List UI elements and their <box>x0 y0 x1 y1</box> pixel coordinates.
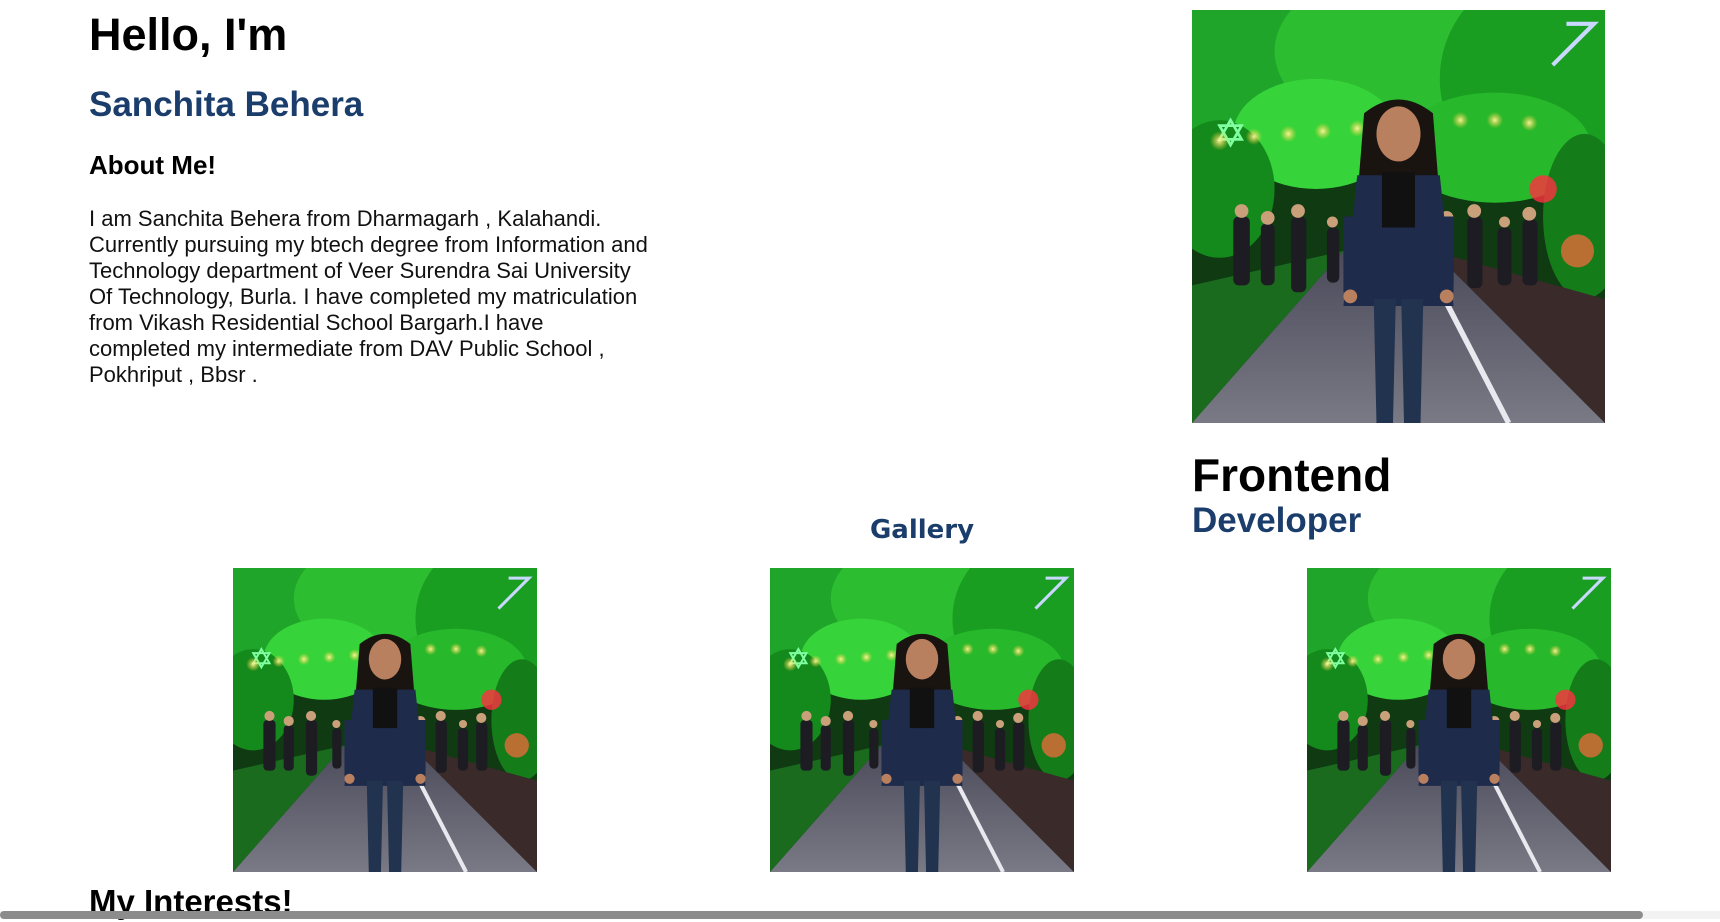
scrollbar-thumb[interactable] <box>0 911 1643 919</box>
name-heading: Sanchita Behera <box>89 85 364 124</box>
gallery-image-1 <box>233 568 537 872</box>
about-paragraph: I am Sanchita Behera from Dharmagarh , K… <box>89 206 648 387</box>
gallery-image-3 <box>1307 568 1611 872</box>
gallery-title: Gallery <box>869 515 975 545</box>
horizontal-scrollbar[interactable] <box>0 911 1720 919</box>
profile-photo <box>1192 10 1605 423</box>
role-title: Frontend <box>1192 449 1392 501</box>
role-subtitle: Developer <box>1192 501 1362 540</box>
gallery-image-2 <box>770 568 1074 872</box>
about-heading: About Me! <box>89 150 217 180</box>
greeting-heading: Hello, I'm <box>89 9 288 60</box>
